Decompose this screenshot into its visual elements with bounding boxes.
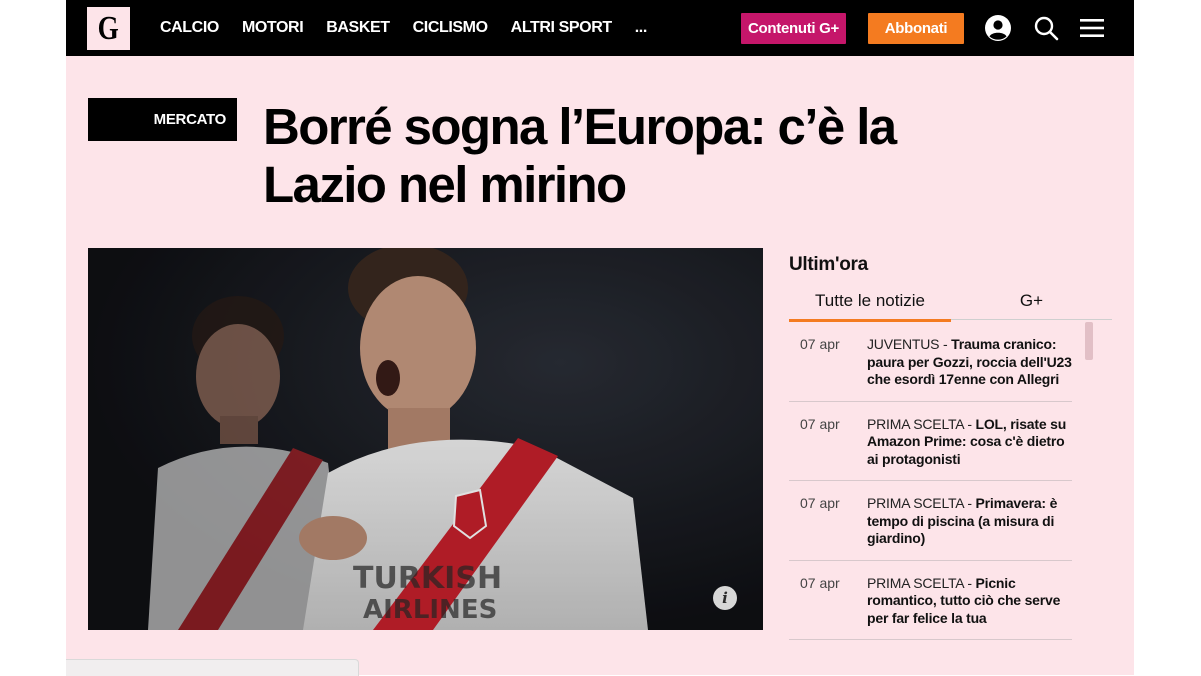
top-navigation-bar: G CALCIO MOTORI BASKET CICLISMO ALTRI SP… bbox=[66, 0, 1134, 56]
news-text: PRIMA SCELTA - LOL, risate su Amazon Pri… bbox=[867, 415, 1067, 467]
news-date: 07 apr bbox=[800, 415, 840, 432]
hero-photo: TURKISH AIRLINES i bbox=[88, 248, 763, 630]
nav-item-more[interactable]: ... bbox=[635, 19, 648, 37]
site-logo[interactable]: G bbox=[87, 7, 130, 50]
main-nav: CALCIO MOTORI BASKET CICLISMO ALTRI SPOR… bbox=[160, 0, 670, 56]
ultimora-tabs: Tutte le notizie G+ bbox=[789, 282, 1112, 322]
ultimora-title: Ultim'ora bbox=[789, 254, 868, 275]
tab-tutte-le-notizie[interactable]: Tutte le notizie bbox=[789, 282, 951, 322]
category-tag[interactable]: MERCATO bbox=[88, 98, 237, 141]
nav-item-basket[interactable]: BASKET bbox=[326, 19, 390, 37]
news-date: 07 apr bbox=[800, 336, 840, 352]
nav-item-calcio[interactable]: CALCIO bbox=[160, 19, 219, 37]
article-page: MERCATO Borré sogna l’Europa: c’è la Laz… bbox=[66, 56, 1134, 675]
menu-icon[interactable] bbox=[1078, 14, 1106, 42]
info-icon[interactable]: i bbox=[713, 586, 737, 610]
subscribe-button[interactable]: Abbonati bbox=[868, 13, 964, 44]
news-list: 07 apr JUVENTUS - Trauma cranico: paura … bbox=[789, 322, 1072, 640]
list-item[interactable]: 07 apr PRIMA SCELTA - Picnic romantico, … bbox=[789, 561, 1072, 640]
bottom-panel bbox=[66, 659, 359, 676]
search-icon[interactable] bbox=[1032, 14, 1060, 42]
news-text: PRIMA SCELTA - Picnic romantico, tutto c… bbox=[867, 574, 1061, 626]
news-date: 07 apr bbox=[800, 574, 840, 591]
logo-letter: G bbox=[97, 9, 120, 47]
news-text: PRIMA SCELTA - Primavera: è tempo di pis… bbox=[867, 495, 1058, 546]
list-item[interactable]: 07 apr PRIMA SCELTA - LOL, risate su Ama… bbox=[789, 402, 1072, 481]
news-scrollbar[interactable] bbox=[1085, 322, 1093, 360]
news-date: 07 apr bbox=[800, 495, 840, 511]
article-headline: Borré sogna l’Europa: c’è la Lazio nel m… bbox=[263, 98, 897, 213]
nav-item-ciclismo[interactable]: CICLISMO bbox=[413, 19, 488, 37]
nav-item-altri-sport[interactable]: ALTRI SPORT bbox=[511, 19, 612, 37]
news-category: PRIMA SCELTA bbox=[867, 415, 964, 432]
tab-g-plus[interactable]: G+ bbox=[951, 282, 1112, 320]
news-category: JUVENTUS bbox=[867, 336, 940, 352]
list-item[interactable]: 07 apr JUVENTUS - Trauma cranico: paura … bbox=[789, 322, 1072, 402]
list-item[interactable]: 07 apr PRIMA SCELTA - Primavera: è tempo… bbox=[789, 481, 1072, 561]
contenuti-plus-button[interactable]: Contenuti G+ bbox=[741, 13, 846, 44]
news-category: PRIMA SCELTA bbox=[867, 574, 964, 591]
user-icon[interactable] bbox=[984, 14, 1012, 42]
news-category: PRIMA SCELTA bbox=[867, 495, 964, 511]
news-text: JUVENTUS - Trauma cranico: paura per Goz… bbox=[867, 336, 1072, 387]
nav-item-motori[interactable]: MOTORI bbox=[242, 19, 304, 37]
